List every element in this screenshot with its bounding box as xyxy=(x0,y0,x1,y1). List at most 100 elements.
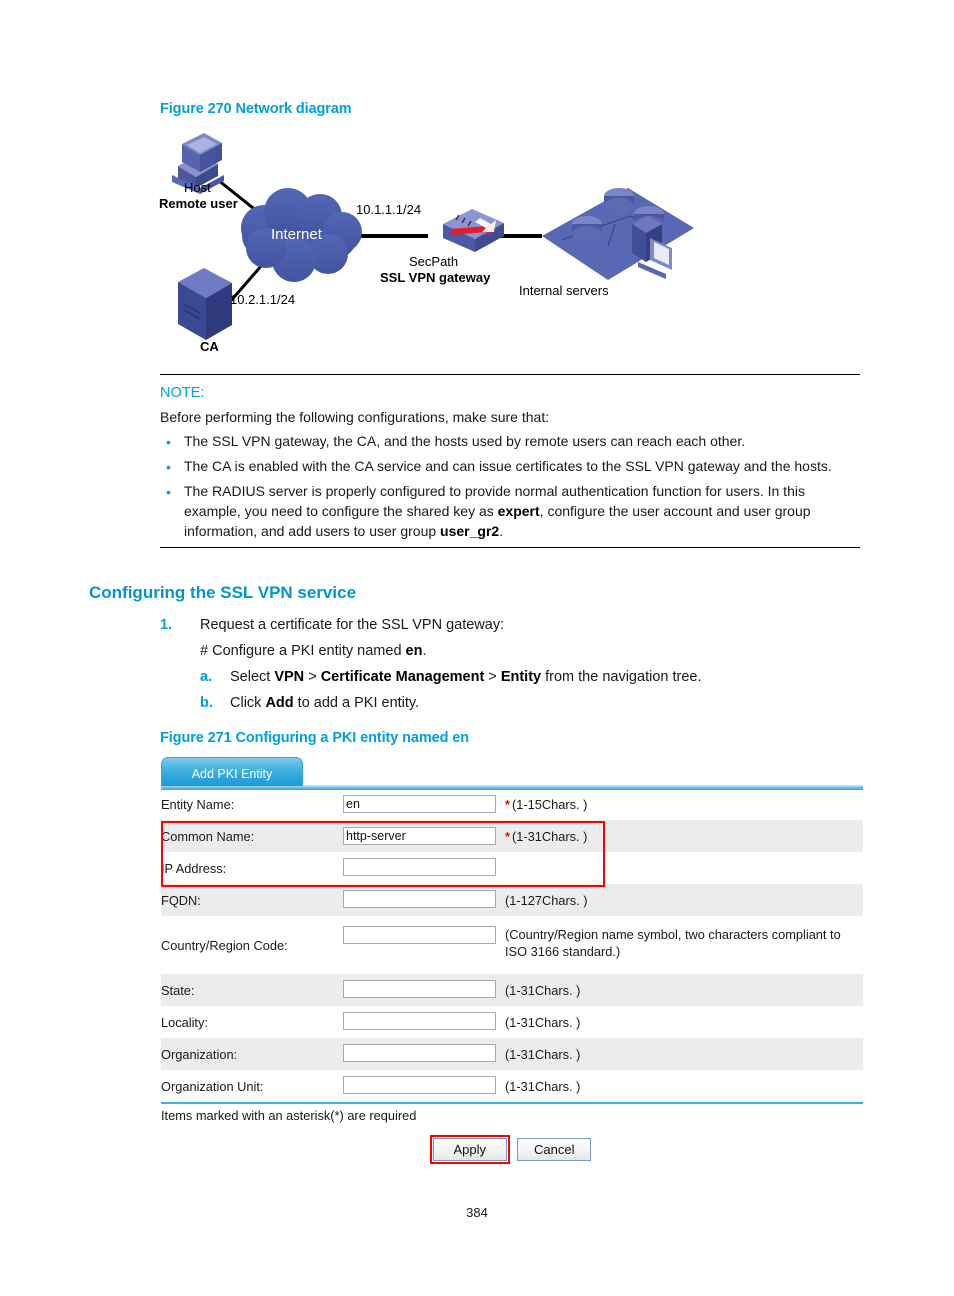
label-entity-name: Entity Name: xyxy=(161,796,235,812)
ip-address-input[interactable] xyxy=(343,857,496,876)
label-organization: Organization: xyxy=(161,1038,343,1070)
substep-a-text: Select VPN > Certificate Management > En… xyxy=(230,669,702,685)
form-row-fqdn: FQDN: (1-127Chars. ) xyxy=(161,884,863,916)
bullet-icon: • xyxy=(166,484,171,500)
asterisk-note: Items marked with an asterisk(*) are req… xyxy=(161,1108,417,1123)
note-item-text: The SSL VPN gateway, the CA, and the hos… xyxy=(184,433,746,449)
hint-text: (1-127Chars. ) xyxy=(505,892,588,908)
note-list-item: • The RADIUS server is properly configur… xyxy=(160,481,860,541)
hint-fqdn: (1-127Chars. ) xyxy=(505,884,863,916)
form-row-country-region-code: Country/Region Code: (Country/Region nam… xyxy=(161,916,863,974)
hint-country-region-code: (Country/Region name symbol, two charact… xyxy=(505,916,863,974)
step-1-comment: # Configure a PKI entity named en. xyxy=(200,643,427,659)
label-common-name: Common Name: xyxy=(161,820,343,852)
ca-server-icon xyxy=(178,268,232,340)
label-ip-address: IP Address: xyxy=(161,860,227,876)
organization-unit-input[interactable] xyxy=(343,1075,496,1094)
figure-271-caption: Figure 271 Configuring a PKI entity name… xyxy=(160,730,470,746)
hint-organization-unit: (1-31Chars. ) xyxy=(505,1070,863,1102)
label-internet: Internet xyxy=(271,226,322,243)
common-name-input[interactable]: http-server xyxy=(343,827,496,845)
substep-b-number: b. xyxy=(200,695,213,711)
field-cell-organization xyxy=(343,1038,505,1070)
form-button-row: Apply Cancel xyxy=(161,1135,863,1167)
hint-entity-name: * (1-15Chars. ) xyxy=(505,788,863,820)
tab-add-pki-entity[interactable]: Add PKI Entity xyxy=(161,757,303,786)
label-gateway-ip: 10.1.1.1/24 xyxy=(356,202,422,217)
step-1-number: 1. xyxy=(160,617,173,633)
note-title: NOTE: xyxy=(160,385,205,401)
hint-text: (1-31Chars. ) xyxy=(505,1078,581,1094)
fqdn-input[interactable] xyxy=(343,889,496,908)
note-list: • The SSL VPN gateway, the CA, and the h… xyxy=(160,431,860,541)
internal-servers-icon xyxy=(542,188,694,280)
hint-organization: (1-31Chars. ) xyxy=(505,1038,863,1070)
required-asterisk: * xyxy=(505,828,510,844)
form-row-organization-unit: Organization Unit: (1-31Chars. ) xyxy=(161,1070,863,1102)
ssl-vpn-gateway-icon xyxy=(443,209,504,252)
field-cell-entity-name: en xyxy=(343,788,505,820)
substep-a: a. Select VPN > Certificate Management >… xyxy=(160,664,860,690)
label-internal-servers: Internal servers xyxy=(519,283,609,298)
required-asterisk: * xyxy=(505,796,510,812)
network-diagram: Host Remote user Internet 10.1.1.1/24 10… xyxy=(159,128,860,368)
label-organization-unit: Organization Unit: xyxy=(161,1078,264,1094)
field-cell-ip-address xyxy=(343,852,505,884)
label-ca-ip: 10.2.1.1/24 xyxy=(230,292,296,307)
field-cell-locality xyxy=(343,1006,505,1038)
note-divider-bottom xyxy=(160,547,860,548)
field-cell-common-name: http-server xyxy=(343,820,505,852)
locality-input[interactable] xyxy=(343,1011,496,1030)
add-pki-entity-panel: Add PKI Entity Entity Name: en * (1-15Cha… xyxy=(161,757,863,1167)
state-input[interactable] xyxy=(343,979,496,998)
note-list-item: • The SSL VPN gateway, the CA, and the h… xyxy=(160,431,860,451)
label-secpath: SecPath xyxy=(409,254,459,269)
step-1: 1. Request a certificate for the SSL VPN… xyxy=(160,612,860,638)
entity-name-input[interactable]: en xyxy=(343,795,496,813)
hint-common-name: * (1-31Chars. ) xyxy=(505,820,863,852)
form-row-locality: Locality: (1-31Chars. ) xyxy=(161,1006,863,1038)
label-ca: CA xyxy=(200,339,219,354)
bullet-icon: • xyxy=(166,434,171,450)
field-cell-fqdn xyxy=(343,884,505,916)
bullet-icon: • xyxy=(166,459,171,475)
tab-strip: Add PKI Entity xyxy=(161,757,863,790)
organization-input[interactable] xyxy=(343,1043,496,1062)
apply-button[interactable]: Apply xyxy=(432,1138,507,1161)
section-heading: Configuring the SSL VPN service xyxy=(89,583,357,602)
cancel-button[interactable]: Cancel xyxy=(517,1138,592,1161)
label-fqdn: FQDN: xyxy=(161,884,343,916)
hint-text: (1-31Chars. ) xyxy=(505,1046,581,1062)
note-intro: Before performing the following configur… xyxy=(160,409,550,425)
pki-form-wrapper: Entity Name: en * (1-15Chars. ) Common Na… xyxy=(161,788,863,1102)
substep-b-text: Click Add to add a PKI entity. xyxy=(230,695,420,711)
label-host: Host xyxy=(184,180,211,195)
note-block: NOTE: Before performing the following co… xyxy=(160,374,860,548)
label-country-region-code: Country/Region Code: xyxy=(161,937,288,953)
note-list-item: • The CA is enabled with the CA service … xyxy=(160,456,860,476)
form-row-common-name: Common Name: http-server * (1-31Chars. ) xyxy=(161,820,863,852)
pki-form-table: Entity Name: en * (1-15Chars. ) Common Na… xyxy=(161,788,863,1102)
pki-form-body: Entity Name: en * (1-15Chars. ) Common Na… xyxy=(161,788,863,1102)
field-cell-organization-unit xyxy=(343,1070,505,1102)
hint-ip-address xyxy=(505,852,863,884)
label-ssl-vpn-gateway: SSL VPN gateway xyxy=(380,270,491,285)
form-row-entity-name: Entity Name: en * (1-15Chars. ) xyxy=(161,788,863,820)
page-number: 384 xyxy=(466,1205,488,1220)
form-row-organization: Organization: (1-31Chars. ) xyxy=(161,1038,863,1070)
label-locality: Locality: xyxy=(161,1014,208,1030)
field-cell-country-region-code xyxy=(343,916,505,974)
instruction-steps: 1. Request a certificate for the SSL VPN… xyxy=(160,612,860,716)
substep-b: b. Click Add to add a PKI entity. xyxy=(160,690,860,716)
hint-text: (1-31Chars. ) xyxy=(505,1014,581,1030)
label-remote-user: Remote user xyxy=(159,196,238,211)
hint-text: (Country/Region name symbol, two charact… xyxy=(505,927,841,959)
document-page: Figure 270 Network diagram Host Remote u… xyxy=(0,0,954,1296)
network-diagram-svg xyxy=(172,133,694,340)
substep-a-number: a. xyxy=(200,669,213,685)
country-region-code-input[interactable] xyxy=(343,926,496,944)
field-cell-state xyxy=(343,974,505,1006)
form-row-ip-address: IP Address: xyxy=(161,852,863,884)
form-row-state: State: (1-31Chars. ) xyxy=(161,974,863,1006)
note-divider-top xyxy=(160,374,860,375)
